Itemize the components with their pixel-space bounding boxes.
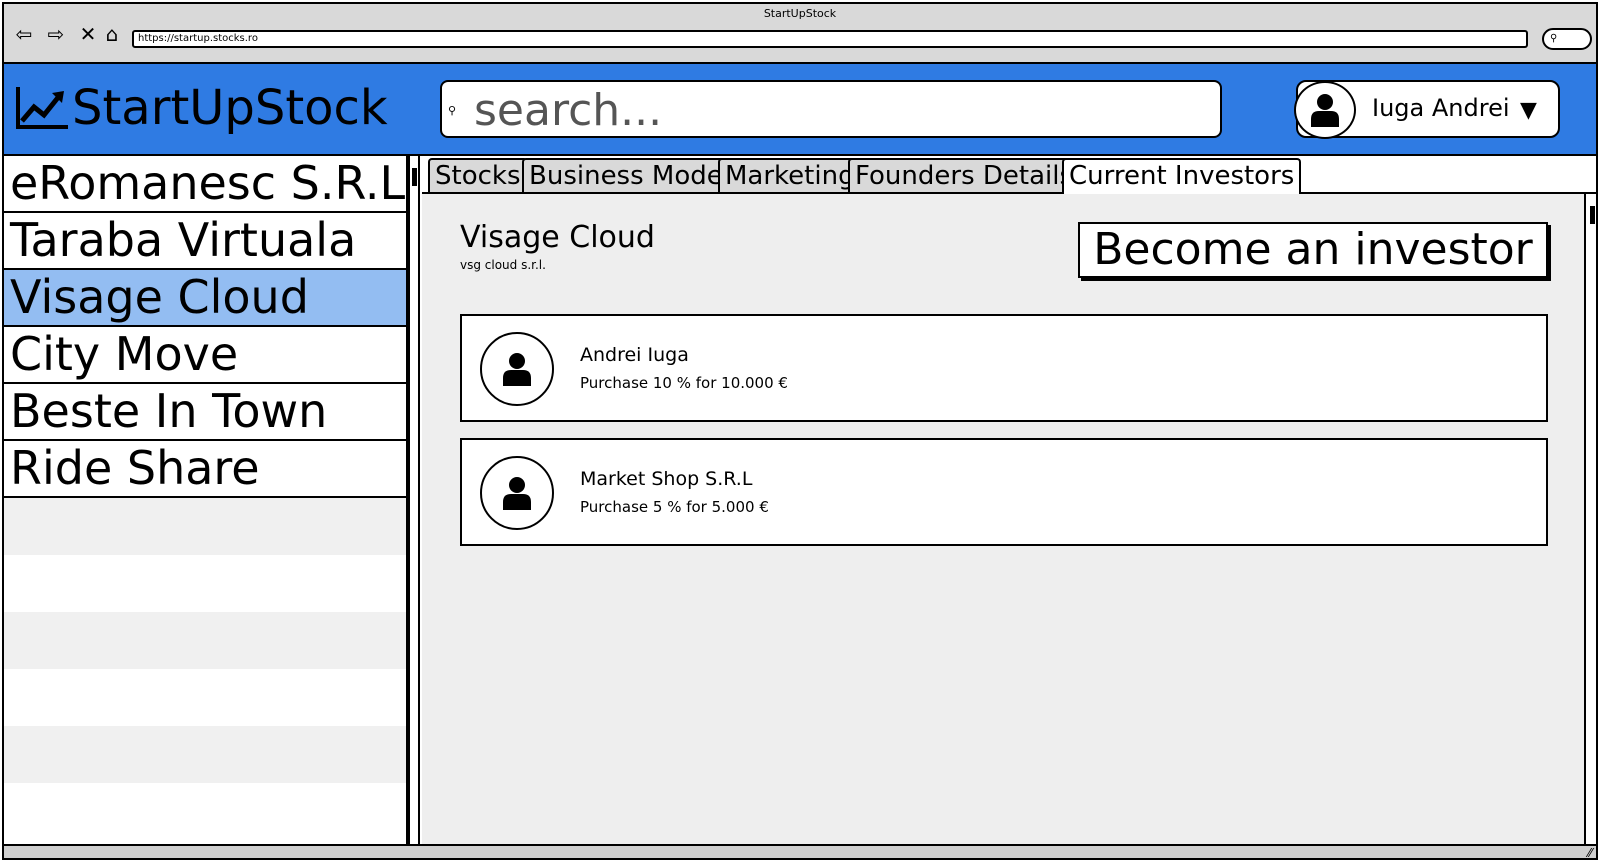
status-bar: ⁄⁄ bbox=[4, 844, 1596, 858]
tab-bar: Stocks Business Model Marketing Founders… bbox=[422, 156, 1596, 196]
company-list-item[interactable]: Taraba Virtuala bbox=[4, 213, 406, 270]
investor-avatar-icon bbox=[480, 332, 554, 406]
url-bar[interactable]: https://startup.stocks.ro bbox=[132, 30, 1528, 48]
chevron-down-icon[interactable]: ▼ bbox=[1520, 98, 1537, 123]
home-icon[interactable]: ⌂ bbox=[100, 22, 124, 46]
app-logo[interactable]: StartUpStock bbox=[14, 82, 388, 134]
investor-purchase: Purchase 5 % for 5.000 € bbox=[580, 498, 769, 516]
company-legal-name: vsg cloud s.r.l. bbox=[460, 258, 546, 272]
browser-window: StartUpStock ⇦ ⇨ ✕ ⌂ https://startup.sto… bbox=[2, 2, 1598, 860]
resize-grip-icon[interactable]: ⁄⁄ bbox=[1588, 846, 1592, 858]
scrollbar-thumb[interactable] bbox=[412, 168, 417, 186]
back-icon[interactable]: ⇦ bbox=[12, 22, 36, 46]
company-list: eRomanesc S.R.L Taraba Virtuala Visage C… bbox=[4, 156, 408, 844]
investor-card: Andrei Iuga Purchase 10 % for 10.000 € bbox=[460, 314, 1548, 422]
company-list-item[interactable]: Beste In Town bbox=[4, 384, 406, 441]
empty-list-row bbox=[4, 783, 406, 840]
company-list-item-selected[interactable]: Visage Cloud bbox=[4, 270, 406, 327]
search-input[interactable] bbox=[474, 86, 1204, 134]
app-header: StartUpStock ⚲ Iuga Andrei ▼ bbox=[4, 64, 1596, 156]
investor-card: Market Shop S.R.L Purchase 5 % for 5.000… bbox=[460, 438, 1548, 546]
search-icon: ⚲ bbox=[1550, 33, 1558, 44]
empty-list-row bbox=[4, 498, 406, 555]
investor-purchase: Purchase 10 % for 10.000 € bbox=[580, 374, 788, 392]
company-title: Visage Cloud bbox=[460, 220, 655, 255]
tab-founders-details[interactable]: Founders Details bbox=[848, 158, 1081, 192]
forward-icon[interactable]: ⇨ bbox=[44, 22, 68, 46]
tab-stocks[interactable]: Stocks bbox=[428, 158, 528, 192]
browser-chrome: StartUpStock ⇦ ⇨ ✕ ⌂ https://startup.sto… bbox=[4, 4, 1596, 64]
chart-trend-icon bbox=[16, 87, 68, 129]
empty-list-row bbox=[4, 726, 406, 783]
user-name: Iuga Andrei bbox=[1372, 94, 1510, 122]
browser-search-field[interactable]: ⚲ bbox=[1542, 28, 1592, 50]
empty-list-row bbox=[4, 669, 406, 726]
window-title: StartUpStock bbox=[763, 7, 837, 20]
tab-business-model[interactable]: Business Model bbox=[522, 158, 737, 192]
tab-marketing[interactable]: Marketing bbox=[718, 158, 862, 192]
investor-name: Andrei Iuga bbox=[580, 344, 689, 366]
company-list-item[interactable]: eRomanesc S.R.L bbox=[4, 156, 406, 213]
sidebar-scrollbar[interactable] bbox=[408, 156, 420, 844]
logo-text: StartUpStock bbox=[72, 80, 388, 136]
content-scrollbar[interactable] bbox=[1584, 194, 1596, 844]
tab-current-investors[interactable]: Current Investors bbox=[1062, 158, 1302, 196]
stop-icon[interactable]: ✕ bbox=[76, 22, 100, 46]
scrollbar-thumb[interactable] bbox=[1590, 206, 1595, 224]
become-investor-button[interactable]: Become an investor bbox=[1078, 222, 1548, 278]
investors-panel: Visage Cloud vsg cloud s.r.l. Become an … bbox=[422, 194, 1584, 844]
investor-name: Market Shop S.R.L bbox=[580, 468, 753, 490]
user-avatar-icon bbox=[1294, 81, 1356, 139]
search-box[interactable]: ⚲ bbox=[440, 80, 1222, 138]
empty-list-row bbox=[4, 555, 406, 612]
investor-avatar-icon bbox=[480, 456, 554, 530]
company-list-item[interactable]: Ride Share bbox=[4, 441, 406, 498]
user-menu[interactable]: Iuga Andrei ▼ bbox=[1294, 80, 1560, 139]
company-list-item[interactable]: City Move bbox=[4, 327, 406, 384]
empty-list-row bbox=[4, 612, 406, 669]
search-icon: ⚲ bbox=[448, 104, 457, 117]
